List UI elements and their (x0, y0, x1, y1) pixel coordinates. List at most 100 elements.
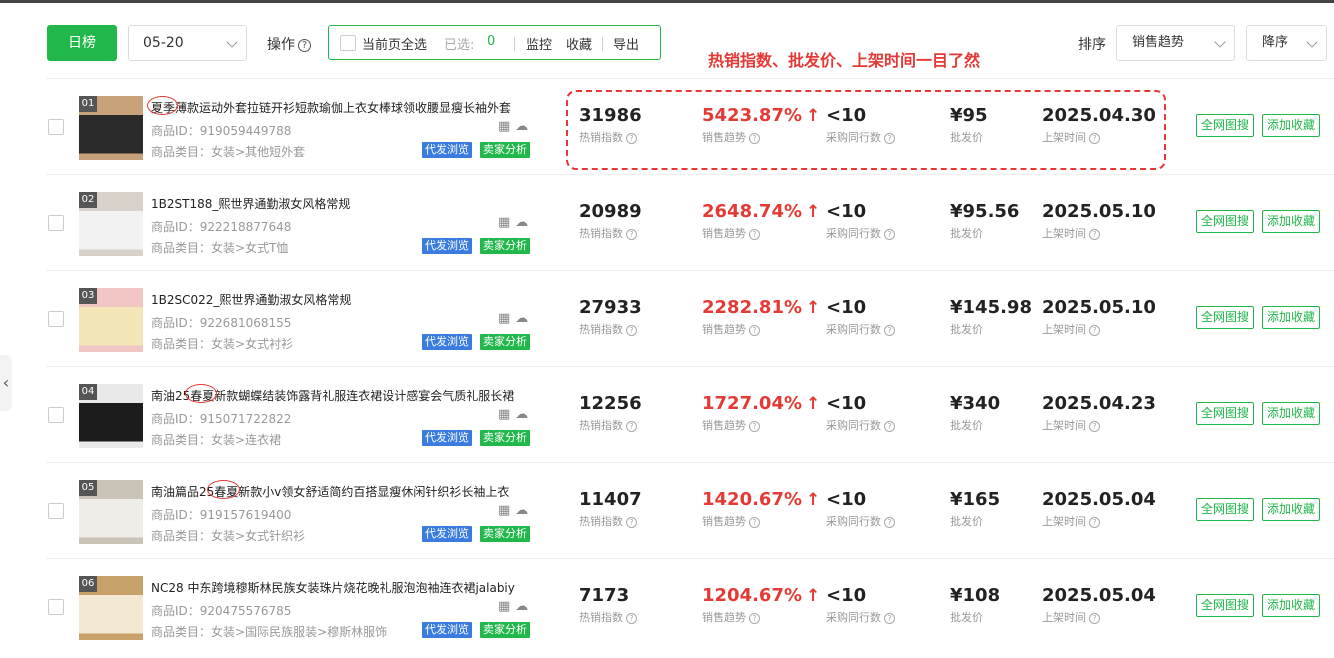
add-favorite-button[interactable]: 添加收藏 (1262, 402, 1321, 425)
favorite-button[interactable]: 收藏 (566, 34, 592, 53)
collapse-left-button[interactable]: ‹ (0, 355, 12, 411)
download-cloud-icon[interactable]: ☁ (515, 599, 528, 614)
peer-count: <10 采购同行数? (826, 201, 895, 241)
hot-index-label: 热销指数? (579, 417, 642, 433)
image-search-button[interactable]: 全网图搜 (1196, 402, 1255, 425)
help-icon[interactable]: ? (749, 228, 760, 240)
select-all-label[interactable]: 当前页全选 (362, 34, 427, 53)
download-cloud-icon[interactable]: ☁ (515, 215, 528, 230)
image-search-button[interactable]: 全网图搜 (1196, 114, 1255, 137)
peer-count-label: 采购同行数? (826, 225, 895, 241)
download-cloud-icon[interactable]: ☁ (515, 407, 528, 422)
help-icon[interactable]: ? (626, 324, 637, 336)
help-icon[interactable]: ? (1089, 324, 1100, 336)
divider (514, 37, 515, 51)
help-icon[interactable]: ? (626, 516, 637, 528)
proxy-browse-tag[interactable]: 代发浏览 (422, 430, 472, 446)
add-favorite-button[interactable]: 添加收藏 (1262, 114, 1321, 137)
download-cloud-icon[interactable]: ☁ (515, 503, 528, 518)
proxy-browse-tag[interactable]: 代发浏览 (422, 142, 472, 158)
download-cloud-icon[interactable]: ☁ (515, 119, 528, 134)
qr-code-icon[interactable]: ▦ (498, 503, 510, 518)
image-search-button[interactable]: 全网图搜 (1196, 306, 1255, 329)
help-icon[interactable]: ? (749, 420, 760, 432)
product-thumbnail[interactable]: 03 (79, 288, 143, 352)
help-icon[interactable]: ? (749, 516, 760, 528)
product-title[interactable]: NC28 中东跨境穆斯林民族女装珠片烧花晚礼服泡泡袖连衣裙jalabiy (151, 579, 531, 596)
image-search-button[interactable]: 全网图搜 (1196, 594, 1255, 617)
help-icon[interactable]: ? (1089, 612, 1100, 624)
date-select[interactable]: 05-20 (128, 25, 247, 61)
product-thumbnail[interactable]: 02 (79, 192, 143, 256)
seller-analysis-tag[interactable]: 卖家分析 (480, 238, 530, 254)
image-search-button[interactable]: 全网图搜 (1196, 498, 1255, 521)
daily-ranking-button[interactable]: 日榜 (47, 25, 117, 61)
hot-index-label: 热销指数? (579, 225, 642, 241)
qr-code-icon[interactable]: ▦ (498, 599, 510, 614)
help-icon[interactable]: ? (1089, 420, 1100, 432)
row-checkbox[interactable] (48, 311, 64, 327)
image-search-button[interactable]: 全网图搜 (1196, 210, 1255, 233)
qr-code-icon[interactable]: ▦ (498, 119, 510, 134)
seller-analysis-tag[interactable]: 卖家分析 (480, 526, 530, 542)
label-text: 采购同行数 (826, 227, 881, 240)
id-prefix: 商品ID： (151, 412, 200, 426)
download-cloud-icon[interactable]: ☁ (515, 311, 528, 326)
help-icon[interactable]: ? (884, 324, 895, 336)
help-icon[interactable]: ? (626, 228, 637, 240)
seller-analysis-tag[interactable]: 卖家分析 (480, 142, 530, 158)
seller-analysis-tag[interactable]: 卖家分析 (480, 430, 530, 446)
row-checkbox[interactable] (48, 119, 64, 135)
qr-code-icon[interactable]: ▦ (498, 215, 510, 230)
product-thumbnail[interactable]: 05 (79, 480, 143, 544)
product-title[interactable]: 夏季薄款运动外套拉链开衫短款瑜伽上衣女棒球领收腰显瘦长袖外套 (151, 99, 531, 116)
add-favorite-button[interactable]: 添加收藏 (1262, 210, 1321, 233)
proxy-browse-tag[interactable]: 代发浏览 (422, 334, 472, 350)
proxy-browse-tag[interactable]: 代发浏览 (422, 526, 472, 542)
add-favorite-button[interactable]: 添加收藏 (1262, 306, 1321, 329)
help-icon[interactable]: ? (298, 38, 311, 52)
help-icon[interactable]: ? (749, 612, 760, 624)
label-text: 采购同行数 (826, 419, 881, 432)
id-prefix: 商品ID： (151, 220, 200, 234)
product-thumbnail[interactable]: 06 (79, 576, 143, 640)
id-prefix: 商品ID： (151, 604, 200, 618)
seller-analysis-tag[interactable]: 卖家分析 (480, 334, 530, 350)
add-favorite-button[interactable]: 添加收藏 (1262, 498, 1321, 521)
category-prefix: 商品类目： (151, 625, 212, 639)
help-icon[interactable]: ? (626, 420, 637, 432)
order-select[interactable]: 降序 (1246, 25, 1327, 61)
label-text: 销售趋势 (702, 515, 746, 528)
help-icon[interactable]: ? (626, 612, 637, 624)
sort-select[interactable]: 销售趋势 (1116, 25, 1235, 61)
help-icon[interactable]: ? (884, 420, 895, 432)
select-all-checkbox[interactable] (340, 35, 356, 51)
rank-badge: 05 (79, 480, 97, 496)
qr-code-icon[interactable]: ▦ (498, 407, 510, 422)
chevron-down-icon (226, 36, 238, 48)
product-category: 商品类目：女装>连衣裙 (151, 431, 281, 448)
row-checkbox[interactable] (48, 215, 64, 231)
row-checkbox[interactable] (48, 599, 64, 615)
export-button[interactable]: 导出 (613, 34, 639, 53)
add-favorite-button[interactable]: 添加收藏 (1262, 594, 1321, 617)
proxy-browse-tag[interactable]: 代发浏览 (422, 622, 472, 638)
seller-analysis-tag[interactable]: 卖家分析 (480, 622, 530, 638)
product-thumbnail[interactable]: 01 (79, 96, 143, 160)
help-icon[interactable]: ? (884, 612, 895, 624)
proxy-browse-tag[interactable]: 代发浏览 (422, 238, 472, 254)
product-thumbnail[interactable]: 04 (79, 384, 143, 448)
help-icon[interactable]: ? (884, 516, 895, 528)
qr-code-icon[interactable]: ▦ (498, 311, 510, 326)
help-icon[interactable]: ? (884, 228, 895, 240)
help-icon[interactable]: ? (1089, 228, 1100, 240)
product-title[interactable]: 1B2ST188_熙世界通勤淑女风格常规 (151, 195, 531, 212)
row-checkbox[interactable] (48, 503, 64, 519)
arrow-up-icon: ↑ (806, 202, 821, 222)
row-checkbox[interactable] (48, 407, 64, 423)
help-icon[interactable]: ? (1089, 516, 1100, 528)
help-icon[interactable]: ? (749, 324, 760, 336)
product-title[interactable]: 1B2SC022_熙世界通勤淑女风格常规 (151, 291, 531, 308)
monitor-button[interactable]: 监控 (526, 34, 552, 53)
peer-count: <10 采购同行数? (826, 489, 895, 529)
